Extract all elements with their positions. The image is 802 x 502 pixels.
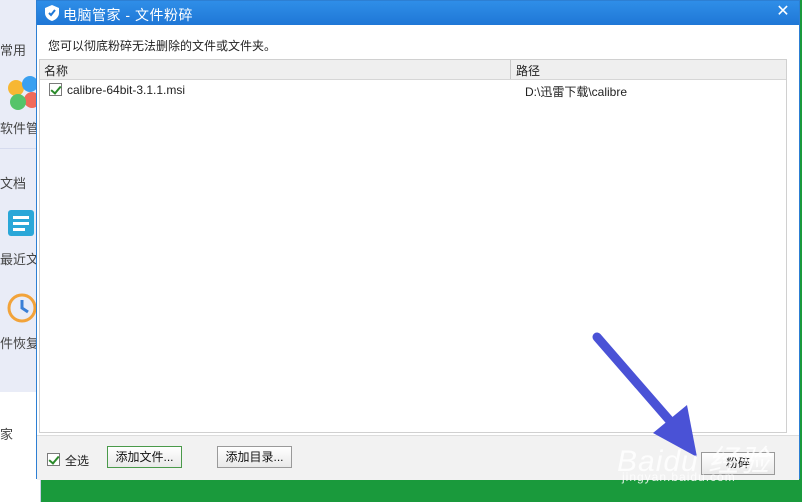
row-file-path: D:\迅雷下载\calibre [525, 85, 628, 99]
select-all-label[interactable]: 全选 [65, 452, 89, 469]
bg-item-docs: 文档 [0, 176, 27, 191]
row-checkbox[interactable] [49, 83, 62, 96]
recent-files-icon [8, 210, 34, 236]
window-title: 电脑管家 - 文件粉碎 [63, 7, 193, 23]
row-file-name: calibre-64bit-3.1.1.msi [67, 83, 186, 97]
bg-item-recent: 最近文 [0, 252, 40, 267]
column-header-path[interactable]: 路径 [516, 62, 540, 79]
close-icon[interactable]: ✕ [773, 2, 793, 22]
watermark-url: jingyan.baidu.com [622, 470, 736, 484]
add-file-button[interactable]: 添加文件... [107, 446, 182, 468]
bg-item-software: 软件管 [0, 121, 40, 136]
bg-item-recovery: 件恢复 [0, 336, 40, 351]
column-divider[interactable] [510, 60, 511, 79]
add-directory-button[interactable]: 添加目录... [217, 446, 292, 468]
table-header: 名称 路径 [40, 60, 786, 80]
bg-lower-panel: 家 [0, 392, 40, 502]
file-recovery-icon [7, 293, 37, 323]
description-text: 您可以彻底粉碎无法删除的文件或文件夹。 [48, 39, 277, 53]
table-row[interactable]: calibre-64bit-3.1.1.msi D:\迅雷下载\calibre [40, 80, 786, 100]
bg-item-home: 家 [0, 427, 14, 442]
select-all-check-icon[interactable] [47, 453, 60, 466]
pc-manager-shield-icon [45, 5, 59, 21]
software-manager-icon [8, 76, 40, 110]
title-bar[interactable]: 电脑管家 - 文件粉碎 ✕ [37, 1, 799, 25]
background-app-sidebar: 常用 软件管 文档 最近文 件恢复 家 [0, 0, 41, 502]
bg-item-common: 常用 [0, 43, 27, 58]
bg-divider [0, 148, 40, 149]
column-header-name[interactable]: 名称 [44, 62, 68, 79]
